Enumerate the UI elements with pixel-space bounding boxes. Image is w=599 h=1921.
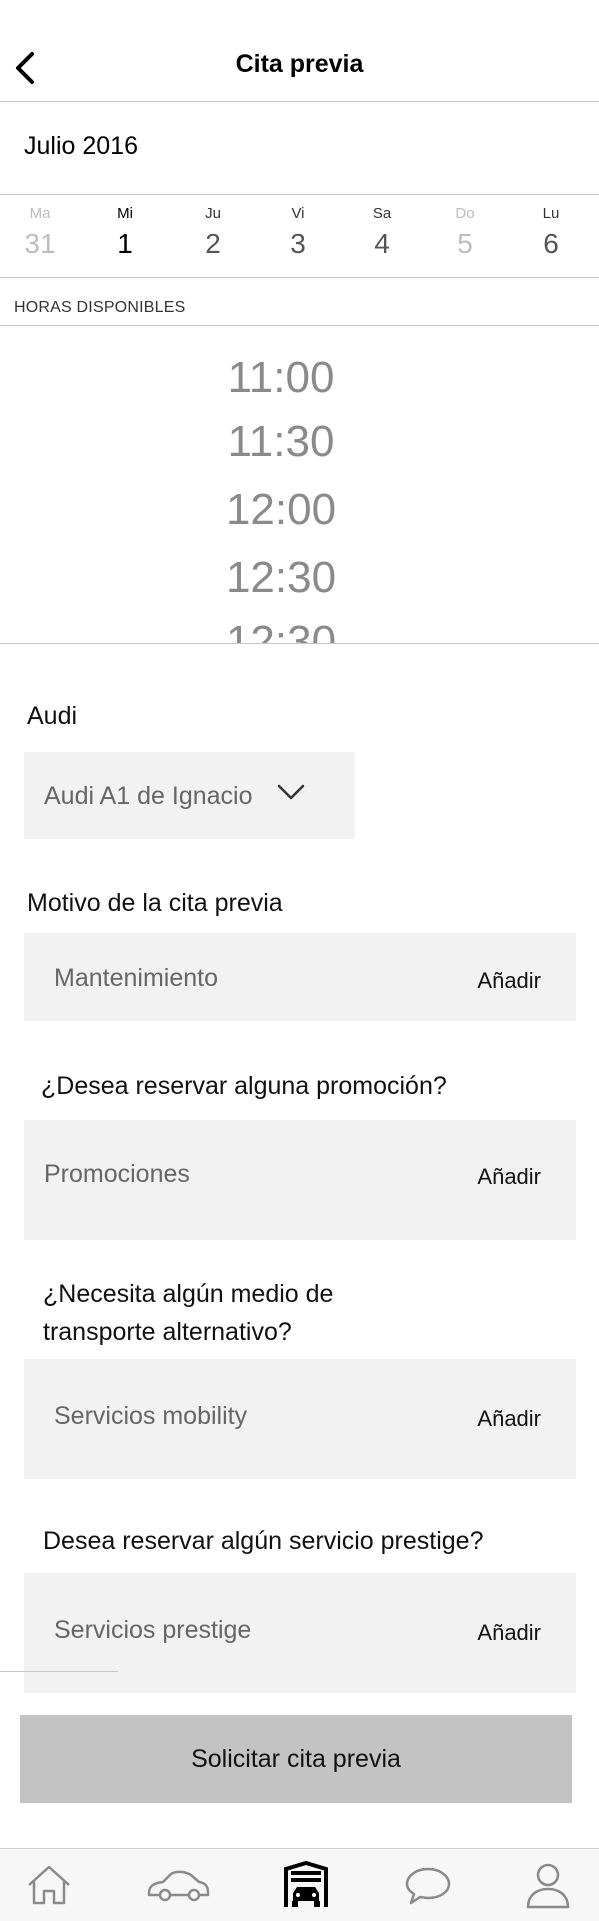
day-number: 3 — [290, 228, 306, 259]
time-slot[interactable]: 12:00 — [0, 485, 562, 535]
request-appointment-button[interactable]: Solicitar cita previa — [20, 1715, 572, 1803]
day-5[interactable]: Do 5 — [430, 205, 500, 260]
promo-field[interactable]: Promociones Añadir — [24, 1120, 576, 1240]
day-number: 31 — [24, 228, 56, 259]
car-label: Audi — [27, 702, 78, 730]
home-icon — [28, 1865, 70, 1905]
transport-label-line1: ¿Necesita algún medio de — [43, 1280, 334, 1308]
prestige-label: Desea reservar algún servicio prestige? — [43, 1527, 484, 1555]
day-4[interactable]: Sa 4 — [347, 205, 417, 260]
add-mobility-button[interactable]: Añadir — [477, 1406, 541, 1432]
time-slot[interactable]: 11:00 — [0, 353, 562, 403]
add-promo-button[interactable]: Añadir — [477, 1164, 541, 1190]
chat-icon — [405, 1867, 451, 1905]
time-slot[interactable]: 11:30 — [0, 417, 562, 467]
day-1[interactable]: Mi 1 — [90, 205, 160, 260]
car-icon — [147, 1870, 210, 1902]
day-name: Lu — [542, 205, 560, 222]
divider — [0, 101, 599, 102]
day-number: 4 — [374, 228, 390, 259]
time-picker[interactable]: 11:00 11:30 12:00 12:30 12:30 — [0, 327, 599, 643]
add-prestige-button[interactable]: Añadir — [477, 1620, 541, 1646]
day-number: 1 — [117, 228, 133, 259]
page-title: Cita previa — [235, 50, 364, 78]
profile-icon — [526, 1863, 570, 1909]
prestige-field[interactable]: Servicios prestige Añadir — [24, 1573, 576, 1693]
divider — [0, 325, 599, 326]
day-3[interactable]: Vi 3 — [263, 205, 333, 260]
divider — [0, 1671, 118, 1672]
mobility-field[interactable]: Servicios mobility Añadir — [24, 1359, 576, 1479]
time-slot[interactable]: 12:30 — [0, 553, 562, 603]
car-select-value: Audi A1 de Ignacio — [44, 782, 253, 810]
day-name: Vi — [291, 205, 305, 222]
day-2[interactable]: Ju 2 — [178, 205, 248, 260]
mobility-placeholder: Servicios mobility — [54, 1402, 248, 1430]
promo-label: ¿Desea reservar alguna promoción? — [41, 1072, 447, 1100]
available-hours-label: HORAS DISPONIBLES — [14, 299, 186, 316]
divider — [0, 194, 599, 195]
day-name: Ma — [29, 205, 51, 222]
day-name: Ju — [205, 205, 221, 222]
nav-garage[interactable] — [271, 1857, 341, 1913]
divider — [0, 643, 599, 644]
day-name: Do — [455, 205, 475, 222]
month-label: Julio 2016 — [24, 132, 138, 160]
day-name: Sa — [372, 205, 392, 222]
prestige-placeholder: Servicios prestige — [54, 1616, 252, 1644]
add-reason-button[interactable]: Añadir — [477, 968, 541, 994]
reason-value: Mantenimiento — [54, 964, 218, 992]
day-number: 5 — [457, 228, 473, 259]
day-number: 2 — [205, 228, 221, 259]
reason-field[interactable]: Mantenimiento Añadir — [24, 933, 576, 1021]
chevron-down-icon — [277, 784, 305, 800]
nav-car[interactable] — [138, 1857, 218, 1913]
nav-home[interactable] — [14, 1857, 84, 1913]
garage-icon — [284, 1861, 328, 1907]
transport-label-line2: transporte alternativo? — [43, 1318, 292, 1346]
nav-profile[interactable] — [513, 1857, 583, 1913]
time-slot[interactable]: 12:30 — [0, 617, 562, 643]
bottom-nav — [0, 1848, 599, 1921]
divider — [0, 277, 599, 278]
day-number: 6 — [543, 228, 559, 259]
reason-label: Motivo de la cita previa — [27, 889, 283, 917]
day-6[interactable]: Lu 6 — [516, 205, 586, 260]
nav-chat[interactable] — [393, 1857, 463, 1913]
day-name: Mi — [117, 205, 133, 222]
promo-placeholder: Promociones — [44, 1160, 190, 1188]
day-31[interactable]: Ma 31 — [5, 205, 75, 260]
car-select[interactable]: Audi A1 de Ignacio — [24, 752, 355, 839]
